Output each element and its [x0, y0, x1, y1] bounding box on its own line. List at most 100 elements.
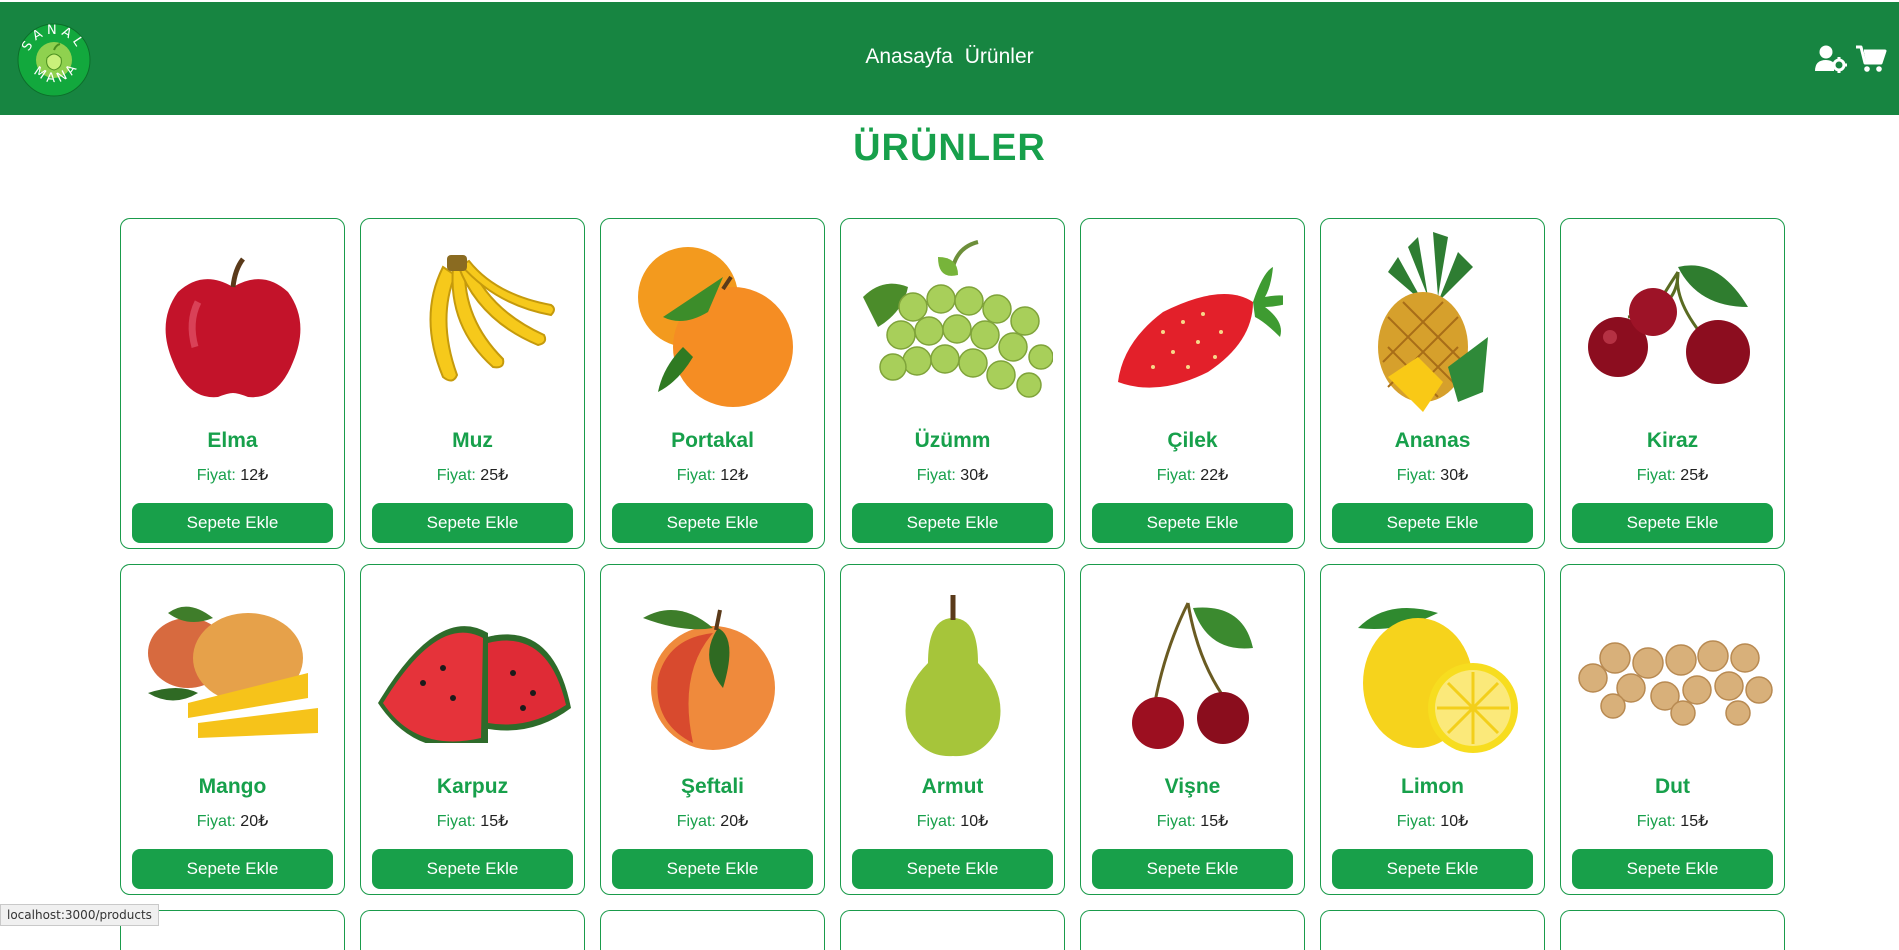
- add-to-cart-button[interactable]: Sepete Ekle: [372, 503, 573, 543]
- product-price: Fiyat: 15₺: [1081, 811, 1304, 831]
- price-value: 20₺: [240, 813, 269, 830]
- pear-image-icon[interactable]: [849, 573, 1056, 773]
- product-card: Dut Fiyat: 15₺ Sepete Ekle: [1560, 564, 1785, 895]
- lemon-image-icon[interactable]: [1329, 573, 1536, 773]
- product-card-partial: [840, 910, 1065, 950]
- nav-products-link[interactable]: Ürünler: [965, 45, 1034, 68]
- product-card: Şeftali Fiyat: 20₺ Sepete Ekle: [600, 564, 825, 895]
- header-icons: [1815, 44, 1887, 74]
- add-to-cart-button[interactable]: Sepete Ekle: [132, 503, 333, 543]
- product-card-partial: [1560, 910, 1785, 950]
- price-value: 12₺: [240, 467, 269, 484]
- product-price: Fiyat: 15₺: [361, 811, 584, 831]
- top-navbar: SANAL MANAV Anasayfa Ürünler: [0, 0, 1899, 115]
- product-name: Muz: [452, 429, 493, 452]
- product-card: Vişne Fiyat: 15₺ Sepete Ekle: [1080, 564, 1305, 895]
- product-name: Çilek: [1167, 429, 1218, 452]
- price-label: Fiyat:: [1636, 813, 1676, 830]
- price-label: Fiyat:: [1156, 813, 1196, 830]
- price-label: Fiyat:: [436, 813, 476, 830]
- strawberry-image-icon[interactable]: [1089, 227, 1296, 427]
- product-name: Portakal: [671, 429, 754, 452]
- add-to-cart-button[interactable]: Sepete Ekle: [1572, 849, 1773, 889]
- price-label: Fiyat:: [1156, 467, 1196, 484]
- price-label: Fiyat:: [1396, 467, 1436, 484]
- add-to-cart-button[interactable]: Sepete Ekle: [1572, 503, 1773, 543]
- product-name: Şeftali: [680, 775, 745, 798]
- user-gear-icon[interactable]: [1815, 44, 1847, 74]
- product-price: Fiyat: 22₺: [1081, 465, 1304, 485]
- add-to-cart-button[interactable]: Sepete Ekle: [1092, 503, 1293, 543]
- price-value: 15₺: [480, 813, 509, 830]
- price-value: 25₺: [480, 467, 509, 484]
- product-card-partial: [1320, 910, 1545, 950]
- product-card: Ananas Fiyat: 30₺ Sepete Ekle: [1320, 218, 1545, 549]
- product-price: Fiyat: 30₺: [1321, 465, 1544, 485]
- add-to-cart-button[interactable]: Sepete Ekle: [612, 503, 813, 543]
- price-label: Fiyat:: [1396, 813, 1436, 830]
- watermelon-image-icon[interactable]: [369, 573, 576, 773]
- orange-image-icon[interactable]: [609, 227, 816, 427]
- cherry-image-icon[interactable]: [1569, 227, 1776, 427]
- product-card: Elma Fiyat: 12₺ Sepete Ekle: [120, 218, 345, 549]
- sour-cherry-image-icon[interactable]: [1089, 573, 1296, 773]
- product-name: Elma: [207, 429, 258, 452]
- pineapple-image-icon[interactable]: [1329, 227, 1536, 427]
- product-price: Fiyat: 30₺: [841, 465, 1064, 485]
- price-value: 12₺: [720, 467, 749, 484]
- product-price: Fiyat: 25₺: [1561, 465, 1784, 485]
- apple-image-icon[interactable]: [129, 227, 336, 427]
- price-label: Fiyat:: [196, 467, 236, 484]
- price-label: Fiyat:: [916, 467, 956, 484]
- add-to-cart-button[interactable]: Sepete Ekle: [132, 849, 333, 889]
- product-card: Karpuz Fiyat: 15₺ Sepete Ekle: [360, 564, 585, 895]
- product-name: Üzümm: [914, 429, 991, 452]
- mango-image-icon[interactable]: [129, 573, 336, 773]
- product-price: Fiyat: 15₺: [1561, 811, 1784, 831]
- price-value: 15₺: [1680, 813, 1709, 830]
- product-card: Portakal Fiyat: 12₺ Sepete Ekle: [600, 218, 825, 549]
- product-name: Armut: [921, 775, 984, 798]
- product-card: Çilek Fiyat: 22₺ Sepete Ekle: [1080, 218, 1305, 549]
- price-label: Fiyat:: [196, 813, 236, 830]
- product-name: Dut: [1655, 775, 1690, 798]
- product-card: Mango Fiyat: 20₺ Sepete Ekle: [120, 564, 345, 895]
- peach-image-icon[interactable]: [609, 573, 816, 773]
- main-nav: Anasayfa Ürünler: [0, 45, 1899, 69]
- price-label: Fiyat:: [1636, 467, 1676, 484]
- grape-image-icon[interactable]: [849, 227, 1056, 427]
- banana-image-icon[interactable]: [369, 227, 576, 427]
- nav-home-link[interactable]: Anasayfa: [865, 45, 953, 68]
- price-value: 20₺: [720, 813, 749, 830]
- mulberry-image-icon[interactable]: [1569, 573, 1776, 773]
- add-to-cart-button[interactable]: Sepete Ekle: [852, 503, 1053, 543]
- price-value: 10₺: [960, 813, 989, 830]
- add-to-cart-button[interactable]: Sepete Ekle: [1092, 849, 1293, 889]
- product-card: Kiraz Fiyat: 25₺ Sepete Ekle: [1560, 218, 1785, 549]
- price-value: 22₺: [1200, 467, 1229, 484]
- add-to-cart-button[interactable]: Sepete Ekle: [372, 849, 573, 889]
- price-label: Fiyat:: [436, 467, 476, 484]
- product-price: Fiyat: 12₺: [121, 465, 344, 485]
- add-to-cart-button[interactable]: Sepete Ekle: [612, 849, 813, 889]
- price-value: 15₺: [1200, 813, 1229, 830]
- add-to-cart-button[interactable]: Sepete Ekle: [852, 849, 1053, 889]
- cart-icon[interactable]: [1855, 44, 1887, 74]
- price-value: 10₺: [1440, 813, 1469, 830]
- status-bar-url: localhost:3000/products: [0, 904, 159, 926]
- product-price: Fiyat: 25₺: [361, 465, 584, 485]
- product-card-partial: [1080, 910, 1305, 950]
- price-label: Fiyat:: [916, 813, 956, 830]
- product-price: Fiyat: 10₺: [841, 811, 1064, 831]
- add-to-cart-button[interactable]: Sepete Ekle: [1332, 849, 1533, 889]
- add-to-cart-button[interactable]: Sepete Ekle: [1332, 503, 1533, 543]
- price-value: 30₺: [960, 467, 989, 484]
- product-card: Üzümm Fiyat: 30₺ Sepete Ekle: [840, 218, 1065, 549]
- price-label: Fiyat:: [676, 467, 716, 484]
- product-name: Kiraz: [1646, 429, 1699, 452]
- product-card-partial: [360, 910, 585, 950]
- product-card: Armut Fiyat: 10₺ Sepete Ekle: [840, 564, 1065, 895]
- product-name: Limon: [1401, 775, 1464, 798]
- price-label: Fiyat:: [676, 813, 716, 830]
- price-value: 30₺: [1440, 467, 1469, 484]
